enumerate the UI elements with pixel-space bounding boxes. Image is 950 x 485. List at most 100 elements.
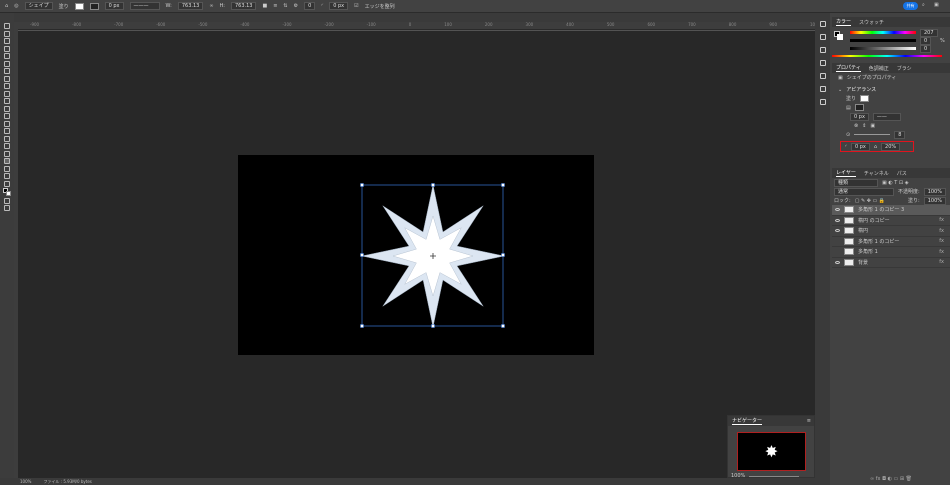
marquee-tool-icon[interactable] [4, 30, 10, 37]
navigator-tab[interactable]: ナビゲーター [732, 417, 763, 425]
more-tools-icon[interactable] [4, 180, 10, 187]
link-icon[interactable]: ∞ [209, 3, 213, 9]
arrange-icon[interactable]: ⇅ [283, 3, 287, 9]
tab-paths[interactable]: パス [897, 170, 907, 177]
height-field[interactable]: 763.13 [230, 2, 257, 10]
tab-layers[interactable]: レイヤー [836, 169, 856, 177]
saturation-slider[interactable] [850, 39, 916, 42]
tool-preset-icon[interactable]: ◎ [14, 3, 18, 9]
lasso-tool-icon[interactable] [4, 38, 10, 44]
path-align-icon[interactable]: ≡ [273, 3, 277, 9]
info-icon[interactable] [819, 34, 826, 40]
character-icon[interactable] [819, 60, 826, 66]
stamp-tool-icon[interactable] [4, 90, 10, 97]
document-canvas[interactable] [238, 155, 594, 355]
layer-name[interactable]: 多角形 1 [858, 248, 878, 255]
layer-filter-select[interactable]: 種類 [834, 178, 878, 187]
star-shape[interactable] [238, 155, 594, 355]
brush-tool-icon[interactable] [4, 83, 10, 89]
blend-mode-select[interactable]: 通常 [834, 187, 894, 196]
layer-row[interactable]: 楕円 のコピー fx [832, 216, 950, 226]
stroke-width-field[interactable]: 0 px [104, 2, 124, 10]
tab-channels[interactable]: チャンネル [864, 170, 889, 177]
layer-row[interactable]: 多角形 1 のコピー 3 [832, 205, 950, 216]
brightness-slider[interactable] [850, 47, 916, 50]
healing-tool-icon[interactable] [4, 75, 10, 82]
layer-row[interactable]: 多角形 1 のコピー fx [832, 237, 950, 247]
tab-swatches[interactable]: スウォッチ [859, 19, 884, 26]
gear-icon[interactable]: ⚙ [294, 3, 298, 9]
background-color[interactable] [837, 34, 843, 40]
stroke-align-icon[interactable]: ⊗ [854, 123, 858, 129]
corner-radius-field[interactable]: 0 px [850, 142, 870, 151]
eraser-tool-icon[interactable] [4, 105, 10, 112]
stroke-corner-icon[interactable]: ▣ [870, 123, 875, 129]
history-brush-icon[interactable] [4, 98, 10, 104]
filter-icons[interactable]: ▣ ◐ T ⊡ ◈ [882, 180, 909, 186]
move-tool-icon[interactable] [4, 23, 10, 29]
home-icon[interactable]: ⌂ [5, 3, 8, 9]
navigator-zoom-slider[interactable] [749, 475, 800, 477]
color-swatches[interactable] [3, 188, 11, 196]
brush-settings-icon[interactable] [819, 47, 826, 53]
eyedropper-tool-icon[interactable] [4, 68, 10, 74]
quick-mask-icon[interactable] [4, 197, 10, 204]
star-count-slider[interactable] [854, 134, 891, 135]
zoom-tool-icon[interactable] [4, 173, 10, 179]
dodge-tool-icon[interactable] [4, 128, 10, 134]
layer-row[interactable]: 背景 fx [832, 258, 950, 268]
paragraph-icon[interactable] [819, 73, 826, 79]
fx-icon[interactable]: fx [939, 228, 944, 234]
layer-name[interactable]: 楕円 [858, 227, 868, 234]
crop-tool-icon[interactable] [4, 53, 10, 59]
layer-name[interactable]: 楕円 のコピー [858, 217, 890, 224]
width-field[interactable]: 763.13 [177, 2, 204, 10]
stroke-type-select[interactable]: —— [872, 112, 901, 121]
layer-name[interactable]: 多角形 1 のコピー [858, 238, 899, 245]
fill-swatch[interactable] [74, 2, 84, 10]
star-indent-field[interactable]: 20% [881, 142, 901, 151]
magic-wand-tool-icon[interactable] [4, 45, 10, 52]
gradient-tool-icon[interactable] [4, 113, 10, 119]
visibility-eye-icon[interactable] [835, 260, 840, 264]
layer-row[interactable]: 楕円 fx [832, 226, 950, 237]
stroke-cap-icon[interactable]: ⇕ [862, 123, 866, 129]
layer-row[interactable]: 多角形 1 fx [832, 247, 950, 258]
saturation-value[interactable]: 0 [920, 37, 932, 45]
opacity-field[interactable]: 100% [923, 187, 946, 196]
star-count-field[interactable]: 8 [894, 130, 906, 139]
layer-actions[interactable]: ∞ fx ◘ ◐ ▭ ⊞ 🗑 [870, 476, 912, 482]
visibility-eye-icon[interactable] [835, 208, 840, 212]
blur-tool-icon[interactable] [4, 120, 10, 127]
status-zoom[interactable]: 100% [20, 479, 31, 484]
path-select-tool-icon[interactable] [4, 150, 10, 157]
stroke-swatch[interactable] [89, 2, 99, 10]
share-button[interactable]: 共有 [903, 2, 918, 10]
3d-icon[interactable] [819, 99, 826, 105]
pen-tool-icon[interactable] [4, 135, 10, 142]
tab-brushes[interactable]: ブラシ [897, 65, 912, 72]
radius-field[interactable]: 0 px [329, 2, 349, 10]
collapse-chevron-icon[interactable]: ⌄ [838, 87, 842, 93]
stroke-type-select[interactable]: ——— [129, 2, 160, 10]
navigator-preview[interactable]: ✸ [737, 432, 806, 471]
tab-color[interactable]: カラー [836, 18, 852, 26]
fx-icon[interactable]: fx [939, 217, 944, 223]
status-file-info[interactable]: ファイル : 5.93M/0 bytes [43, 479, 91, 485]
lock-icons[interactable]: ▢ ✎ ✥ ▭ 🔒 [855, 198, 885, 204]
hue-slider[interactable] [850, 31, 916, 34]
color-ramp[interactable] [832, 55, 942, 57]
align-edges-checkbox[interactable]: ☑ [354, 3, 358, 9]
fx-icon[interactable]: fx [939, 238, 944, 244]
type-tool-icon[interactable] [4, 143, 10, 149]
layer-name[interactable]: 背景 [858, 259, 868, 266]
fx-icon[interactable]: fx [939, 249, 944, 255]
visibility-eye-icon[interactable] [835, 229, 840, 233]
search-icon[interactable]: ⌕ [922, 2, 925, 8]
panel-menu-icon[interactable]: ≡ [807, 418, 811, 424]
history-icon[interactable] [819, 21, 826, 27]
shape-tool-icon[interactable] [4, 158, 10, 164]
frame-tool-icon[interactable] [4, 60, 10, 67]
stroke-width-field[interactable]: 0 px [850, 112, 869, 121]
tab-properties[interactable]: プロパティ [836, 64, 861, 72]
